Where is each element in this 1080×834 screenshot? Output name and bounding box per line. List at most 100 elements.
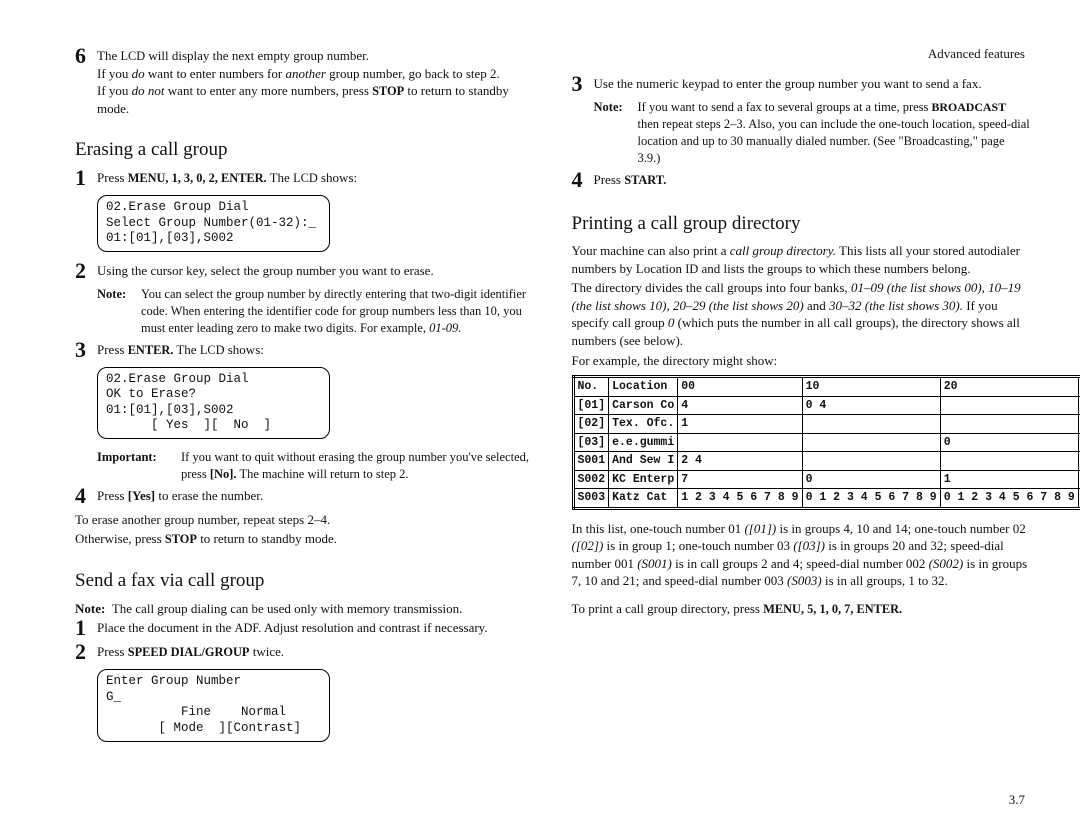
txt: ([01]) xyxy=(744,521,776,536)
txt: MENU, 1, 3, 0, 2, ENTER. xyxy=(128,171,267,185)
txt: LCD xyxy=(200,343,225,357)
table-row: [02]Tex. Ofc.1 xyxy=(573,415,1080,434)
erase-step-4: 4 Press [Yes] to erase the number. xyxy=(75,487,534,507)
txt: is in all groups, 1 to 32. xyxy=(822,573,948,588)
step-number: 3 xyxy=(572,73,594,95)
left-column: 6 The LCD will display the next empty gr… xyxy=(75,45,534,814)
txt: and xyxy=(804,298,829,313)
td: S001 xyxy=(573,452,609,471)
note-body: You can select the group number by direc… xyxy=(141,286,534,337)
heading-send: Send a fax via call group xyxy=(75,568,534,594)
txt: ([02]) xyxy=(572,538,604,553)
txt: The machine will return to step 2. xyxy=(237,467,409,481)
txt: is in call groups 2 and 4; speed-dial nu… xyxy=(672,556,929,571)
heading-printing: Printing a call group directory xyxy=(572,211,1031,237)
th: 10 xyxy=(802,377,940,397)
erase-tail-2: Otherwise, press STOP to return to stand… xyxy=(75,530,534,548)
txt: In this list, one-touch number 01 xyxy=(572,521,745,536)
step-number: 1 xyxy=(75,617,97,639)
txt: do xyxy=(132,66,145,81)
txt: another xyxy=(285,66,325,81)
td xyxy=(678,433,802,452)
txt: want to enter any more numbers, press xyxy=(165,83,373,98)
print-intro: Your machine can also print a call group… xyxy=(572,242,1031,277)
print-after: In this list, one-touch number 01 ([01])… xyxy=(572,520,1031,590)
directory-table: No. Location 00 10 20 30 [01]Carson Co 4… xyxy=(572,375,1080,510)
txt: do not xyxy=(132,83,165,98)
td: 2 4 xyxy=(678,452,802,471)
erase-tail-1: To erase another group number, repeat st… xyxy=(75,511,534,529)
txt: If you xyxy=(97,66,132,81)
txt: (S003) xyxy=(787,573,822,588)
right-step-3: 3 Use the numeric keypad to enter the gr… xyxy=(572,75,1031,95)
print-how: To print a call group directory, press M… xyxy=(572,600,1031,618)
td: Carson Co xyxy=(609,396,678,415)
td: 0 xyxy=(940,433,1078,452)
step-6: 6 The LCD will display the next empty gr… xyxy=(75,47,534,117)
txt: 30–32 (the list shows 30). xyxy=(829,298,963,313)
txt: The call group dialing can be used only … xyxy=(112,601,463,616)
table-row: [01]Carson Co 40 4 xyxy=(573,396,1080,415)
right-step-4: 4 Press START. xyxy=(572,171,1031,191)
lcd-display-3: Enter Group Number G_ Fine Normal [ Mode… xyxy=(97,669,330,742)
txt: (S002) xyxy=(929,556,964,571)
important-label: Important: xyxy=(97,449,181,483)
txt: [No]. xyxy=(210,467,237,481)
txt: 01-09. xyxy=(429,321,461,335)
txt: Press xyxy=(97,342,128,357)
txt: to erase the number. xyxy=(155,488,263,503)
txt: shows: xyxy=(225,342,264,357)
txt: to return to standby mode. xyxy=(197,531,337,546)
step-number: 3 xyxy=(75,339,97,361)
td xyxy=(802,433,940,452)
send-step-1: 1 Place the document in the ADF. Adjust … xyxy=(75,619,534,639)
step-body: Use the numeric keypad to enter the grou… xyxy=(594,75,1031,95)
note-body: If you want to send a fax to several gro… xyxy=(638,99,1031,167)
section-header: Advanced features xyxy=(928,45,1025,63)
txt: ID xyxy=(685,262,698,276)
txt: ENTER. xyxy=(128,343,174,357)
txt: The xyxy=(173,342,199,357)
txt: then repeat steps 2–3. Also, you can inc… xyxy=(638,117,1030,165)
txt: shows: xyxy=(318,170,357,185)
note: Note: If you want to send a fax to sever… xyxy=(594,99,1031,167)
txt: twice. xyxy=(249,644,284,659)
table-row: [03]e.e.gummi0 2 xyxy=(573,433,1080,452)
step-body: Press MENU, 1, 3, 0, 2, ENTER. The LCD s… xyxy=(97,169,534,189)
txt: To print a call group directory, press xyxy=(572,601,764,616)
td xyxy=(940,396,1078,415)
step-body: Press SPEED DIAL/GROUP twice. xyxy=(97,643,534,663)
td: 1 2 3 4 5 6 7 8 9 xyxy=(678,489,802,509)
td: [01] xyxy=(573,396,609,415)
txt: Press xyxy=(97,644,128,659)
td: 0 xyxy=(802,470,940,489)
txt: (S001) xyxy=(637,556,672,571)
txt: and lists the groups to which these numb… xyxy=(698,261,970,276)
td: And Sew I xyxy=(609,452,678,471)
send-note: Note: The call group dialing can be used… xyxy=(75,600,534,618)
td xyxy=(940,415,1078,434)
txt: STOP xyxy=(165,532,197,546)
td: e.e.gummi xyxy=(609,433,678,452)
txt: STOP xyxy=(372,84,404,98)
print-example-label: For example, the directory might show: xyxy=(572,352,1031,370)
td: [02] xyxy=(573,415,609,434)
step-number: 4 xyxy=(572,169,594,191)
td: [03] xyxy=(573,433,609,452)
step-body: Press [Yes] to erase the number. xyxy=(97,487,534,507)
td: 0 1 2 3 4 5 6 7 8 9 xyxy=(940,489,1078,509)
step-number: 1 xyxy=(75,167,97,189)
txt: You can select the group number by direc… xyxy=(141,287,526,335)
table-row: S002KC Enterp 70 1 xyxy=(573,470,1080,489)
th: Location xyxy=(609,377,678,397)
note-label: Note: xyxy=(97,286,141,337)
lcd-display-2: 02.Erase Group Dial OK to Erase? 01:[01]… xyxy=(97,367,330,440)
txt: If you want to send a fax to several gro… xyxy=(638,100,932,114)
txt: START. xyxy=(624,173,666,187)
txt: MENU, 5, 1, 0, 7, ENTER. xyxy=(763,602,902,616)
txt: The xyxy=(97,48,120,63)
td: Katz Cat xyxy=(609,489,678,509)
step-number: 6 xyxy=(75,45,97,117)
step-body: Press ENTER. The LCD shows: xyxy=(97,341,534,361)
txt: is in group 1; one-touch number 03 xyxy=(603,538,793,553)
